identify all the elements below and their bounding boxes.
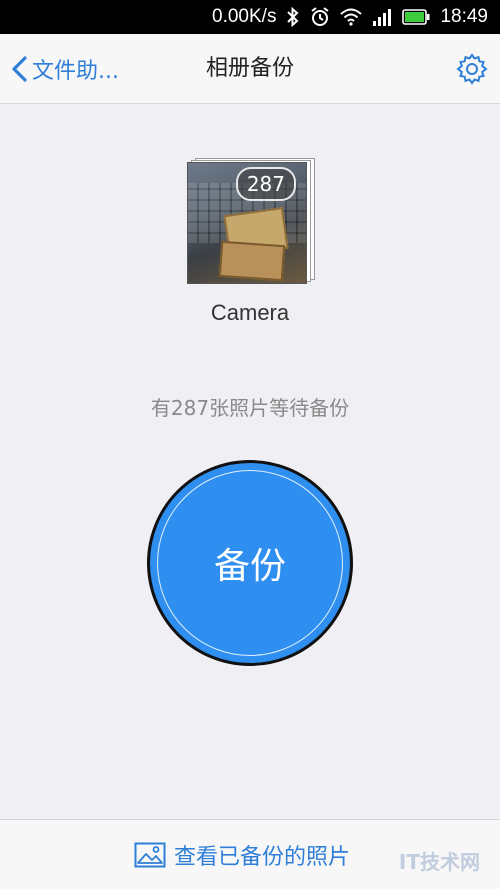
image-icon — [134, 842, 166, 868]
backup-button[interactable]: 备份 — [147, 460, 353, 666]
wifi-icon — [340, 8, 363, 26]
album-cover-image: 287 — [187, 162, 307, 284]
bottom-bar: 查看已备份的照片 IT技术网 — [0, 819, 500, 889]
battery-icon — [402, 9, 430, 25]
status-bar: 0.00K/s 18:49 — [0, 0, 500, 34]
backup-button-label: 备份 — [213, 546, 286, 587]
photo-count-badge: 287 — [235, 167, 296, 201]
network-speed: 0.00K/s — [212, 6, 277, 27]
signal-icon — [372, 8, 392, 26]
clock-time: 18:49 — [440, 6, 488, 27]
bluetooth-icon — [286, 7, 300, 27]
gear-icon[interactable] — [456, 53, 488, 85]
view-backed-up-label: 查看已备份的照片 — [174, 845, 351, 870]
alarm-icon — [310, 7, 330, 27]
album-thumbnail[interactable]: 287 — [187, 158, 315, 286]
box-image-detail — [218, 240, 286, 282]
pending-backup-text: 有287张照片等待备份 — [150, 396, 350, 420]
album-name: Camera — [210, 300, 290, 325]
page-title: 相册备份 — [205, 56, 294, 81]
view-backed-up-photos-link[interactable]: 查看已备份的照片 — [134, 840, 350, 870]
nav-bar: 文件助... 相册备份 — [0, 34, 500, 104]
watermark: IT技术网 — [398, 850, 480, 874]
